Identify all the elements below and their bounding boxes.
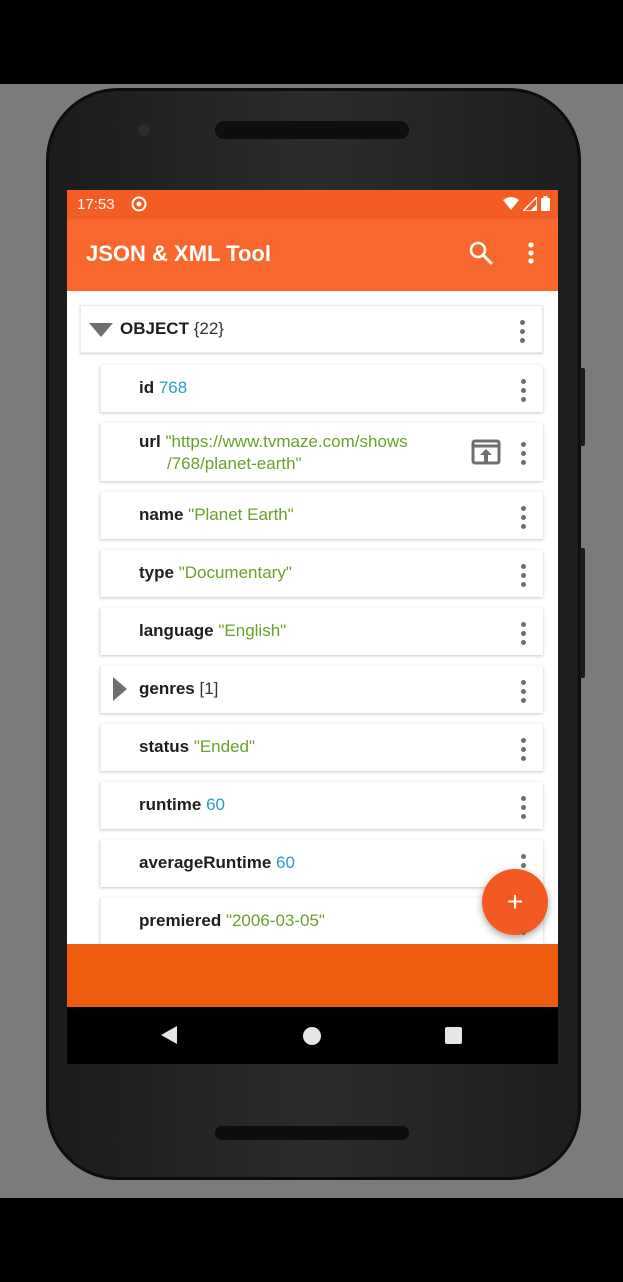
tree-view: OBJECT {22} id 768 url "https://www.tvma…	[67, 291, 558, 944]
more-vert-icon[interactable]	[515, 377, 531, 403]
row-key: language	[139, 621, 214, 640]
tree-row-premiered[interactable]: premiered "2006-03-05"	[100, 898, 543, 944]
row-key: type	[139, 563, 174, 582]
row-key: genres	[139, 679, 195, 698]
recents-icon[interactable]	[445, 1027, 462, 1044]
volume-button	[580, 368, 585, 446]
more-vert-icon[interactable]	[519, 239, 543, 267]
tree-row-name[interactable]: name "Planet Earth"	[100, 492, 543, 539]
row-value: [1]	[199, 679, 219, 698]
open-in-browser-icon[interactable]	[471, 438, 501, 466]
app-title: JSON & XML Tool	[86, 241, 271, 266]
more-vert-icon[interactable]	[515, 504, 531, 530]
row-key: name	[139, 505, 184, 524]
status-bar: 17:53	[67, 190, 558, 219]
row-value: 768	[158, 378, 188, 397]
more-vert-icon[interactable]	[515, 678, 531, 704]
tree-row-language[interactable]: language "English"	[100, 608, 543, 655]
row-value: 60	[206, 795, 225, 814]
more-vert-icon[interactable]	[514, 318, 530, 344]
power-button	[580, 548, 585, 678]
tree-row-url[interactable]: url "https://www.tvmaze.com/shows /768/p…	[100, 423, 543, 481]
signal-icon	[523, 196, 537, 211]
row-value-line1: "https://www.tvmaze.com/shows	[165, 432, 408, 451]
more-vert-icon[interactable]	[515, 562, 531, 588]
row-key: id	[139, 378, 155, 397]
more-vert-icon[interactable]	[515, 620, 531, 646]
row-key: averageRuntime	[139, 853, 272, 872]
row-value: "2006-03-05"	[225, 911, 325, 930]
row-key: status	[139, 737, 190, 756]
tree-row-id[interactable]: id 768	[100, 365, 543, 412]
navigation-bar	[67, 1007, 558, 1064]
root-count: {22}	[193, 319, 224, 338]
row-value: 60	[276, 853, 295, 872]
row-value: "Ended"	[193, 737, 256, 756]
front-camera	[138, 124, 150, 136]
root-node[interactable]: OBJECT {22}	[80, 305, 543, 353]
screen: 17:53 JSON & XML Tool OBJECT {22} id 768…	[67, 190, 558, 1064]
notification-icon	[131, 196, 147, 212]
tree-row-status[interactable]: status "Ended"	[100, 724, 543, 771]
root-type: OBJECT	[120, 319, 189, 338]
expand-arrow-icon[interactable]	[113, 677, 127, 701]
more-vert-icon[interactable]	[515, 736, 531, 762]
status-time: 17:53	[77, 196, 115, 213]
row-value-line2: /768/planet-earth"	[167, 454, 302, 473]
row-value: "English"	[218, 621, 287, 640]
row-value: "Documentary"	[178, 563, 292, 582]
tree-row-runtime[interactable]: runtime 60	[100, 782, 543, 829]
battery-icon	[541, 196, 550, 211]
row-key: premiered	[139, 911, 222, 930]
earpiece-speaker	[215, 121, 409, 139]
tree-row-averageRuntime[interactable]: averageRuntime 60	[100, 840, 543, 887]
row-key: url	[139, 432, 161, 451]
tree-row-type[interactable]: type "Documentary"	[100, 550, 543, 597]
bottom-speaker	[215, 1126, 409, 1140]
more-vert-icon[interactable]	[515, 440, 531, 466]
back-icon[interactable]	[161, 1026, 177, 1044]
add-fab-button[interactable]: +	[482, 869, 548, 935]
home-icon[interactable]	[303, 1027, 321, 1045]
collapse-arrow-icon[interactable]	[89, 323, 113, 337]
wifi-icon	[503, 196, 519, 210]
row-value: "Planet Earth"	[188, 505, 294, 524]
tree-row-genres[interactable]: genres [1]	[100, 666, 543, 713]
ad-banner[interactable]	[67, 944, 558, 1007]
app-bar: JSON & XML Tool	[67, 219, 558, 291]
status-icons	[503, 196, 550, 211]
row-key: runtime	[139, 795, 202, 814]
search-icon[interactable]	[467, 239, 495, 267]
more-vert-icon[interactable]	[515, 794, 531, 820]
